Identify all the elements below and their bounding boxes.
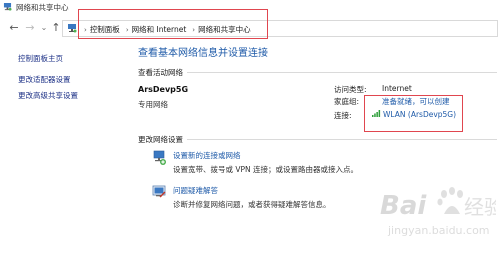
highlight-box bbox=[78, 9, 268, 39]
access-type-value: Internet bbox=[382, 84, 412, 93]
chevron-down-icon: ⌄ bbox=[40, 23, 48, 32]
back-button[interactable]: ← bbox=[8, 22, 20, 34]
forward-button[interactable]: → bbox=[24, 22, 36, 34]
sidebar-item-control-panel-home[interactable]: 控制面板主页 bbox=[18, 53, 63, 64]
forward-arrow-icon: → bbox=[25, 21, 35, 34]
network-center-icon bbox=[3, 3, 12, 11]
network-center-icon bbox=[68, 24, 77, 33]
active-networks-label: 查看活动网络 bbox=[138, 68, 183, 77]
setup-new-connection-desc: 设置宽带、拨号或 VPN 连接；或设置路由器或接入点。 bbox=[173, 165, 359, 174]
watermark-url: jingyan.baidu.com bbox=[388, 224, 490, 237]
network-type: 专用网络 bbox=[138, 100, 168, 109]
svg-text:Bai: Bai bbox=[380, 191, 427, 221]
baidu-paw-icon: Bai 经验 bbox=[380, 187, 500, 221]
troubleshoot-link[interactable]: 问题疑难解答 bbox=[173, 185, 218, 196]
sidebar-item-advanced-sharing[interactable]: 更改高级共享设置 bbox=[18, 90, 78, 101]
change-settings-label: 更改网络设置 bbox=[138, 135, 183, 144]
homegroup-label: 家庭组: bbox=[334, 97, 360, 106]
connection-label: 连接: bbox=[334, 111, 352, 120]
up-button[interactable]: ↑ bbox=[50, 22, 62, 34]
network-name: ArsDevp5G bbox=[138, 85, 189, 94]
setup-new-connection-link[interactable]: 设置新的连接或网络 bbox=[173, 150, 241, 161]
window-title: 网络和共享中心 bbox=[16, 3, 69, 12]
baidu-watermark: Bai 经验 jingyan.baidu.com bbox=[378, 180, 500, 250]
troubleshoot-icon bbox=[152, 185, 166, 198]
troubleshoot-desc: 诊断并修复网络问题，或者获得疑难解答信息。 bbox=[173, 200, 331, 209]
divider bbox=[187, 72, 497, 73]
back-arrow-icon: ← bbox=[9, 21, 19, 34]
highlight-box bbox=[364, 95, 463, 132]
recent-dropdown-button[interactable]: ⌄ bbox=[38, 22, 50, 34]
sidebar-item-adapter-settings[interactable]: 更改适配器设置 bbox=[18, 74, 71, 85]
svg-text:经验: 经验 bbox=[464, 195, 496, 219]
divider bbox=[187, 139, 497, 140]
page-title: 查看基本网络信息并设置连接 bbox=[138, 48, 268, 59]
up-arrow-icon: ↑ bbox=[51, 21, 61, 34]
access-type-label: 访问类型: bbox=[334, 85, 367, 94]
new-connection-icon bbox=[153, 150, 166, 165]
